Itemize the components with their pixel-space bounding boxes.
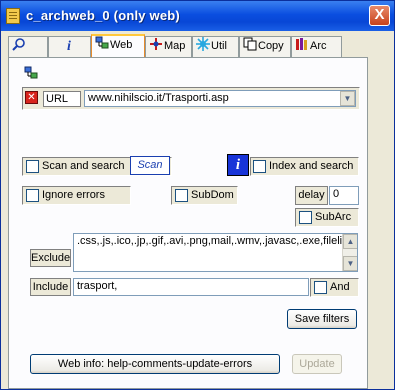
scroll-up-icon[interactable]: ▲ xyxy=(343,234,357,249)
tab-arc[interactable]: Arc xyxy=(291,36,342,57)
url-combobox[interactable]: www.nihilscio.it/Trasporti.asp ▼ xyxy=(84,90,356,107)
tab-copy-label: Copy xyxy=(258,40,284,52)
notepad-icon xyxy=(6,8,20,24)
subarc-group: SubArc xyxy=(295,208,359,227)
and-label: And xyxy=(330,281,350,293)
subarc-checkbox[interactable] xyxy=(299,211,312,224)
copy-icon xyxy=(242,37,258,58)
network-icon xyxy=(24,66,38,83)
scroll-down-icon[interactable]: ▼ xyxy=(343,256,357,271)
tab-search[interactable] xyxy=(8,36,48,57)
tab-copy[interactable]: Copy xyxy=(239,36,291,57)
and-checkbox[interactable] xyxy=(314,281,327,294)
scan-and-search-label: Scan and search xyxy=(42,160,125,172)
index-and-search-checkbox[interactable] xyxy=(253,160,266,173)
include-label: Include xyxy=(30,278,71,296)
tab-web[interactable]: Web xyxy=(91,34,145,57)
web-tab-panel: ✕ URL www.nihilscio.it/Trasporti.asp ▼ S… xyxy=(8,57,368,389)
url-value: www.nihilscio.it/Trasporti.asp xyxy=(88,92,229,104)
exclude-textarea[interactable]: .css,.js,.ico,.jp,.gif,.avi,.png,mail,.w… xyxy=(73,233,358,272)
books-icon xyxy=(294,37,310,58)
url-row: ✕ URL www.nihilscio.it/Trasporti.asp ▼ xyxy=(22,87,360,110)
tab-map[interactable]: Map xyxy=(145,36,192,57)
delay-label: delay xyxy=(295,186,328,205)
exclude-value: .css,.js,.ico,.jp,.gif,.avi,.png,mail,.w… xyxy=(77,235,357,247)
exclude-scrollbar[interactable]: ▲ ▼ xyxy=(342,234,357,271)
scan-button[interactable]: Scan xyxy=(130,156,170,175)
save-filters-button[interactable]: Save filters xyxy=(287,309,357,329)
tab-util-label: Util xyxy=(211,40,227,52)
subdom-group: SubDom xyxy=(171,186,238,205)
tab-info[interactable]: i xyxy=(48,36,91,57)
scan-and-search-checkbox[interactable] xyxy=(26,160,39,173)
tab-web-label: Web xyxy=(110,39,133,51)
index-info-button[interactable]: i xyxy=(227,154,249,176)
ignore-errors-label: Ignore errors xyxy=(42,189,105,201)
util-icon xyxy=(195,37,211,58)
subarc-label: SubArc xyxy=(315,211,352,223)
tab-arc-label: Arc xyxy=(310,40,327,52)
close-button[interactable]: X xyxy=(369,5,390,26)
app-window: c_archweb_0 (only web) X i Web Map Util … xyxy=(0,0,395,390)
index-and-search-label: Index and search xyxy=(269,160,354,172)
client-area: i Web Map Util Copy Arc ✕ URL www.nihils… xyxy=(4,31,391,389)
window-title: c_archweb_0 (only web) xyxy=(26,8,180,23)
subdom-checkbox[interactable] xyxy=(175,189,188,202)
map-icon xyxy=(148,37,164,58)
exclude-label: Exclude xyxy=(30,249,71,267)
ignore-errors-checkbox[interactable] xyxy=(26,189,39,202)
and-group: And xyxy=(310,278,359,297)
magnifier-icon xyxy=(11,37,27,58)
info-icon: i xyxy=(67,39,71,54)
network-icon xyxy=(94,36,110,57)
update-button[interactable]: Update xyxy=(292,354,342,374)
index-group: Index and search xyxy=(250,157,359,176)
clear-url-icon[interactable]: ✕ xyxy=(25,91,38,104)
url-dropdown-arrow-icon[interactable]: ▼ xyxy=(340,91,355,106)
subdom-label: SubDom xyxy=(191,189,234,201)
url-label: URL xyxy=(43,91,81,107)
title-bar[interactable]: c_archweb_0 (only web) X xyxy=(1,1,394,31)
tab-map-label: Map xyxy=(164,40,186,52)
ignore-errors-group: Ignore errors xyxy=(22,186,131,205)
web-info-button[interactable]: Web info: help-comments-update-errors xyxy=(30,354,280,374)
include-input[interactable]: trasport, xyxy=(73,278,309,296)
delay-input[interactable]: 0 xyxy=(329,186,359,205)
tab-util[interactable]: Util xyxy=(192,36,239,57)
